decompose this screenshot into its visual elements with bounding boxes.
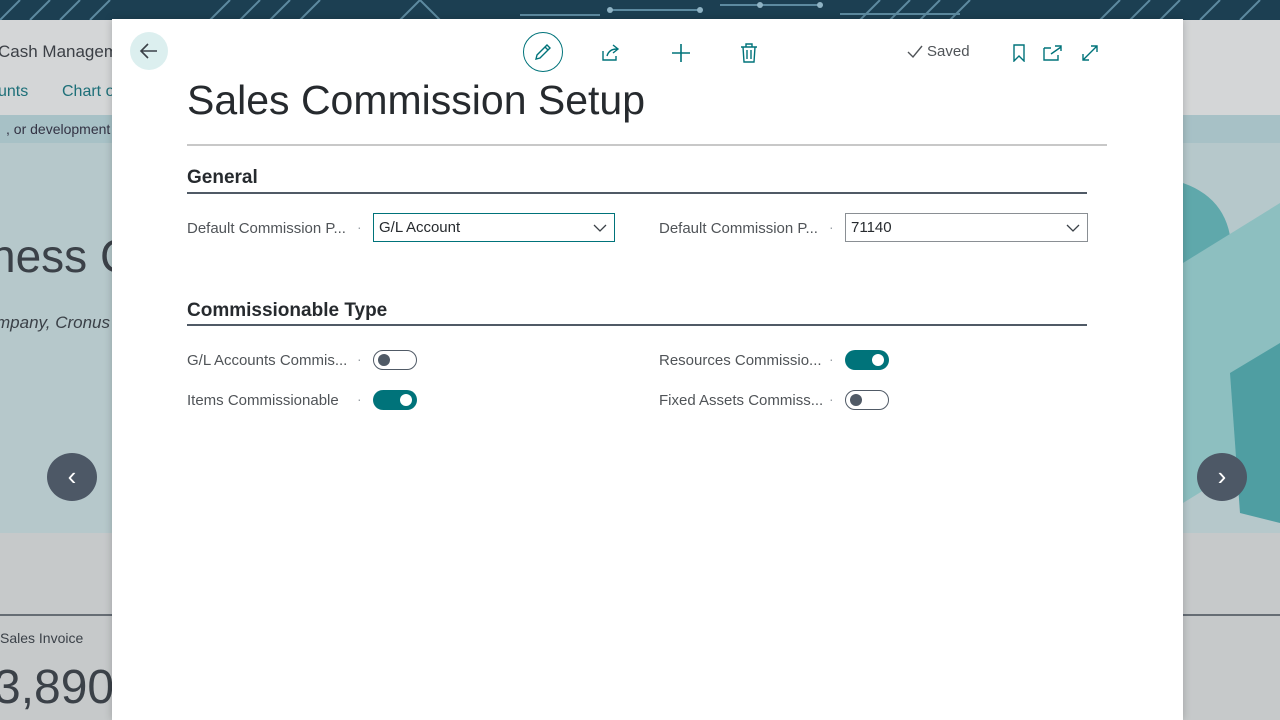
commissionable-type-section-heading[interactable]: Commissionable Type: [187, 300, 387, 322]
background-banner: [0, 0, 1280, 20]
expand-icon: [1082, 45, 1098, 61]
gl-accounts-commissionable-label: G/L Accounts Commis...: [187, 352, 348, 369]
back-button[interactable]: [130, 32, 168, 70]
carousel-prev-button[interactable]: ‹: [47, 453, 97, 501]
chevron-down-icon[interactable]: [1059, 214, 1087, 241]
share-button[interactable]: [597, 40, 625, 66]
field-separator-dots: ·: [357, 351, 362, 367]
default-commission-posting-type-select[interactable]: G/L Account: [373, 213, 615, 242]
select-value: 71140: [851, 219, 892, 236]
bookmark-icon: [1013, 44, 1025, 62]
save-status: Saved: [907, 43, 970, 60]
default-commission-posting-account-select[interactable]: 71140: [845, 213, 1088, 242]
background-nav-item: unts: [0, 83, 29, 100]
chevron-down-icon[interactable]: [586, 214, 614, 241]
items-commissionable-toggle[interactable]: [373, 390, 417, 410]
saved-label: Saved: [927, 43, 970, 60]
new-button[interactable]: [667, 40, 695, 66]
edit-button[interactable]: [523, 32, 563, 72]
gl-accounts-commissionable-toggle[interactable]: [373, 350, 417, 370]
resources-commissionable-toggle[interactable]: [845, 350, 889, 370]
share-icon: [602, 44, 620, 61]
open-new-window-button[interactable]: [1042, 40, 1064, 66]
field-separator-dots: ·: [829, 351, 834, 367]
trash-icon: [741, 43, 757, 63]
title-divider: [187, 144, 1107, 146]
default-commission-posting-account-label: Default Commission P...: [659, 220, 818, 237]
expand-button[interactable]: [1078, 40, 1102, 66]
background-app-title: Cash Managem: [0, 42, 119, 61]
items-commissionable-label: Items Commissionable: [187, 392, 339, 409]
field-separator-dots: ·: [357, 219, 362, 235]
field-separator-dots: ·: [829, 219, 834, 235]
toggle-knob: [378, 354, 390, 366]
background-notice-text: , or development: [6, 121, 111, 137]
pencil-icon: [535, 44, 551, 60]
default-commission-posting-type-label: Default Commission P...: [187, 220, 346, 237]
background-tile-value: 3,890: [0, 661, 115, 714]
commissionable-type-section-divider: [187, 324, 1087, 326]
delete-button[interactable]: [735, 40, 763, 66]
fixed-assets-commissionable-label: Fixed Assets Commiss...: [659, 392, 824, 409]
toggle-knob: [850, 394, 862, 406]
fixed-assets-commissionable-toggle[interactable]: [845, 390, 889, 410]
carousel-next-button[interactable]: ›: [1197, 453, 1247, 501]
resources-commissionable-label: Resources Commissio...: [659, 352, 822, 369]
bookmark-button[interactable]: [1008, 40, 1030, 66]
general-section-divider: [187, 192, 1087, 194]
background-nav-item: Chart o: [62, 83, 115, 100]
field-separator-dots: ·: [357, 391, 362, 407]
background-tile-label: Sales Invoice: [0, 630, 84, 646]
toggle-knob: [400, 394, 412, 406]
select-value: G/L Account: [379, 219, 461, 236]
sales-commission-setup-dialog: Saved Sales Commission Setup General Def…: [112, 19, 1183, 720]
open-in-new-window-icon: [1043, 45, 1062, 61]
arrow-left-icon: [139, 43, 157, 59]
toggle-knob: [872, 354, 884, 366]
field-separator-dots: ·: [829, 391, 834, 407]
page-title: Sales Commission Setup: [187, 77, 646, 123]
general-section-heading[interactable]: General: [187, 167, 258, 189]
background-hero-subtitle: mpany, Cronus: [0, 313, 111, 332]
plus-icon: [672, 44, 690, 62]
checkmark-icon: [907, 45, 923, 58]
